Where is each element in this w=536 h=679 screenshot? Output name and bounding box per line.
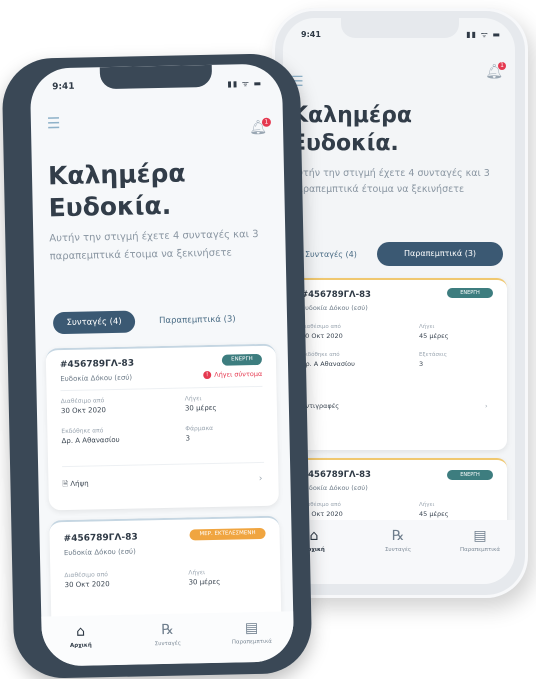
greeting-subtitle: Αυτήν την στιγμή έχετε 4 συνταγές και 3 …: [291, 168, 490, 195]
nav-prescriptions[interactable]: ℞ Συνταγές: [141, 621, 194, 647]
divider: [60, 385, 263, 392]
tab-referrals[interactable]: Παραπεμπτικά (3): [159, 314, 236, 326]
back-bottom-nav: ⌂ Αρχική ℞ Συνταγές ▤ Παραπεμπτικά: [283, 520, 515, 584]
back-phone-screen: 9:41 ▮▮ ᯤ ▬ ☰ 🔔︎ 1 Καλημέρα Ευδοκία. Αυτ…: [283, 18, 515, 584]
card-patient: Ευδοκία Δόκου (εσύ): [60, 373, 133, 384]
nav-prescriptions[interactable]: ℞ Συνταγές: [373, 528, 423, 553]
divider: [62, 461, 265, 468]
status-time: 9:41: [52, 81, 75, 93]
card-patient: Ευδοκία Δόκου (εσύ): [301, 304, 368, 312]
card-id: #456789ΓΛ-83: [59, 358, 135, 371]
bottom-nav: ⌂ Αρχική ℞ Συνταγές ▤ Παραπεμπτικά: [41, 611, 295, 667]
card-patient: Ευδοκία Δόκου (εσύ): [63, 547, 136, 558]
status-icons: ▮▮ ᯤ ▬: [227, 78, 263, 89]
chevron-right-icon[interactable]: ›: [485, 402, 488, 410]
card-id: #456789ΓΛ-83: [301, 290, 371, 300]
document-icon: 🗎︎: [62, 479, 69, 489]
tab-prescriptions[interactable]: Συνταγές (4): [52, 310, 136, 335]
card-id: #456789ΓΛ-83: [301, 470, 371, 480]
notification-badge: 1: [498, 62, 506, 70]
nav-home[interactable]: ⌂ Αρχική: [55, 623, 106, 649]
expiry-warning: ! Λήγει σύντομα: [203, 370, 262, 380]
front-phone-notch: [99, 64, 213, 90]
pills-icon: ℞: [391, 528, 405, 544]
status-badge: ΕΝΕΡΓΗ: [447, 288, 493, 298]
pills-icon: ℞: [161, 621, 174, 639]
greeting-title: Καλημέρα Ευδοκία.: [291, 103, 413, 156]
document-icon: ▤: [244, 620, 259, 637]
status-time: 9:41: [301, 30, 321, 39]
front-phone-screen: 9:41 ▮▮ ᯤ ▬ ☰ 🔔︎ 1 Καλημέρα Ευδοκία. Αυτ…: [29, 63, 295, 667]
menu-icon[interactable]: ☰: [47, 114, 61, 132]
status-badge: ΕΝΕΡΓΗ: [221, 353, 263, 366]
card-patient: Ευδοκία Δόκου (εσύ): [301, 484, 368, 492]
referral-card[interactable]: #456789ΓΛ-83 Ευδοκία Δόκου (εσύ) ΕΝΕΡΓΗ …: [289, 278, 507, 450]
prescription-card[interactable]: #456789ΓΛ-83 Ευδοκία Δόκου (εσύ) ΕΝΕΡΓΗ …: [45, 343, 279, 511]
chevron-right-icon[interactable]: ›: [259, 474, 263, 484]
greeting-title: Καλημέρα Ευδοκία.: [47, 158, 186, 223]
greeting-subtitle: Αυτήν την στιγμή έχετε 4 συνταγές και 3 …: [49, 228, 259, 263]
status-icons: ▮▮ ᯤ ▬: [466, 30, 501, 39]
notification-badge: 1: [261, 117, 272, 127]
card-id: #456789ΓΛ-83: [63, 532, 138, 545]
back-phone-notch: [341, 18, 459, 38]
nav-referrals[interactable]: ▤ Παραπεμπτικά: [219, 620, 284, 646]
download-action[interactable]: 🗎︎ Λήψη: [62, 480, 88, 492]
status-badge: ΜΕΡ. ΕΚΤΕΛΕΣΜΕΝΗ: [189, 527, 266, 541]
tab-referrals[interactable]: Παραπεμπτικά (3): [377, 242, 503, 266]
tab-prescriptions[interactable]: Συνταγές (4): [305, 250, 357, 259]
alert-icon: !: [203, 370, 212, 380]
status-badge: ΕΝΕΡΓΗ: [447, 470, 493, 480]
document-icon: ▤: [473, 528, 487, 544]
home-icon: ⌂: [75, 623, 86, 640]
nav-referrals[interactable]: ▤ Παραπεμπτικά: [451, 528, 509, 553]
